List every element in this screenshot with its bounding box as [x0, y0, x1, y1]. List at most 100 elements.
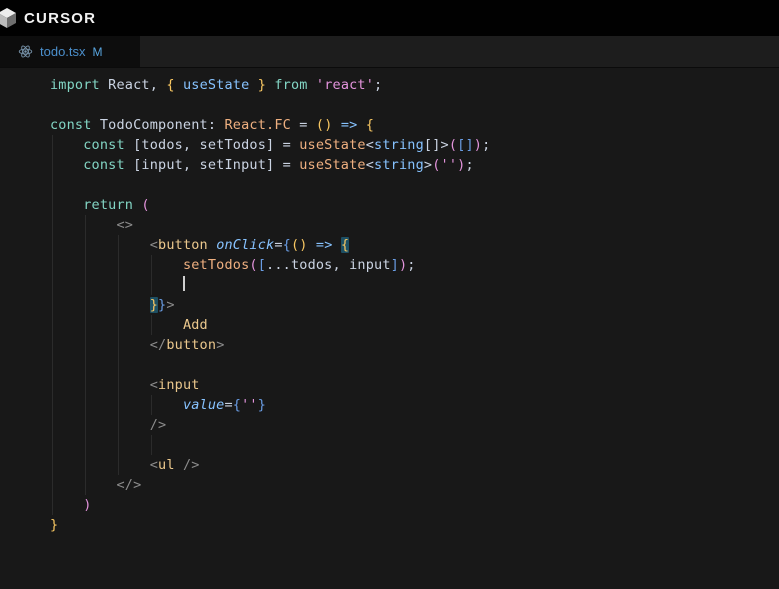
code-token — [50, 257, 183, 273]
code-token: < — [150, 377, 158, 393]
code-token: } — [150, 297, 158, 313]
code-token: () — [291, 237, 308, 253]
code-line[interactable]: Add — [50, 315, 490, 335]
code-token — [333, 237, 341, 253]
react-icon — [18, 44, 33, 59]
titlebar: CURSOR — [0, 0, 779, 36]
code-token: input — [158, 377, 200, 393]
code-token: TodoComponent: — [92, 117, 225, 133]
code-line[interactable] — [50, 95, 490, 115]
code-token: const — [83, 157, 125, 173]
code-line[interactable]: value={''} — [50, 395, 490, 415]
code-token: = — [291, 117, 316, 133]
code-token — [333, 117, 341, 133]
code-token: 'react' — [316, 77, 374, 93]
code-line[interactable]: const TodoComponent: React.FC = () => { — [50, 115, 490, 135]
code-token: </ — [150, 337, 167, 353]
code-token — [50, 197, 83, 213]
code-token: = — [224, 397, 232, 413]
code-token — [50, 457, 150, 473]
code-token: ) — [474, 137, 482, 153]
code-token: [ — [258, 257, 266, 273]
code-token: [todos, setTodos] = — [125, 137, 299, 153]
code-token: > — [166, 297, 174, 313]
code-token — [50, 397, 183, 413]
code-line[interactable]: <ul /> — [50, 455, 490, 475]
code-line[interactable] — [50, 275, 490, 295]
code-line[interactable] — [50, 355, 490, 375]
code-token: button — [158, 237, 208, 253]
code-token: > — [216, 337, 224, 353]
code-line[interactable]: const [todos, setTodos] = useState<strin… — [50, 135, 490, 155]
code-line[interactable] — [50, 175, 490, 195]
code-token: } — [258, 397, 266, 413]
code-token: '' — [441, 157, 458, 173]
cursor-logo-icon — [0, 6, 19, 30]
code-token: ; — [407, 257, 415, 273]
code-token: onClick — [216, 237, 274, 253]
code-token — [50, 137, 83, 153]
code-token: Add — [183, 317, 208, 333]
code-line[interactable]: /> — [50, 415, 490, 435]
code-token — [50, 317, 183, 333]
code-line[interactable]: return ( — [50, 195, 490, 215]
code-token: [input, setInput] = — [125, 157, 299, 173]
code-token — [50, 237, 150, 253]
code-token: [] — [457, 137, 474, 153]
code-token — [50, 497, 83, 513]
code-token: setTodos — [183, 257, 249, 273]
code-token: < — [150, 457, 158, 473]
code-token: /> — [183, 457, 200, 473]
code-token: value — [183, 397, 225, 413]
code-token: < — [366, 157, 374, 173]
code-line[interactable]: <> — [50, 215, 490, 235]
tab-bar: todo.tsx M — [0, 36, 779, 68]
code-line[interactable]: } — [50, 515, 490, 535]
code-token: const — [50, 117, 92, 133]
git-modified-badge: M — [93, 45, 103, 59]
code-token — [308, 237, 316, 253]
code-token: < — [366, 137, 374, 153]
code-line[interactable] — [50, 435, 490, 455]
code-token: { — [366, 117, 374, 133]
code-token: string — [374, 137, 424, 153]
code-line[interactable]: const [input, setInput] = useState<strin… — [50, 155, 490, 175]
code-token: ; — [482, 137, 490, 153]
code-token: ( — [432, 157, 440, 173]
code-line[interactable]: <input — [50, 375, 490, 395]
code-token: React.FC — [224, 117, 290, 133]
code-token: /> — [150, 417, 167, 433]
code-line[interactable]: </button> — [50, 335, 490, 355]
code-token: } — [50, 517, 58, 533]
app-name: CURSOR — [24, 10, 96, 27]
code-token: < — [150, 237, 158, 253]
code-line[interactable]: ) — [50, 495, 490, 515]
code-line[interactable]: <button onClick={() => { — [50, 235, 490, 255]
code-token: ( — [249, 257, 257, 273]
code-line[interactable]: }}> — [50, 295, 490, 315]
text-caret — [183, 276, 185, 291]
code-token: ...todos, input — [266, 257, 391, 273]
code-token: { — [233, 397, 241, 413]
code-token: => — [341, 117, 358, 133]
code-token: ) — [83, 497, 91, 513]
code-line[interactable]: setTodos([...todos, input]); — [50, 255, 490, 275]
code-token: '' — [241, 397, 258, 413]
code-editor[interactable]: import React, { useState } from 'react';… — [0, 68, 779, 589]
code-line[interactable]: import React, { useState } from 'react'; — [50, 75, 490, 95]
code-token: > — [424, 157, 432, 173]
code-token — [50, 297, 150, 313]
code-line[interactable]: </> — [50, 475, 490, 495]
code-token: from — [266, 77, 316, 93]
code-token — [50, 217, 116, 233]
code-token: React, — [100, 77, 166, 93]
code-token: const — [83, 137, 125, 153]
code-token: string — [374, 157, 424, 173]
code-token: ] — [391, 257, 399, 273]
code-token: ( — [449, 137, 457, 153]
tab-todo-tsx[interactable]: todo.tsx M — [0, 36, 140, 67]
code-token: { — [283, 237, 291, 253]
code-token — [208, 237, 216, 253]
code-token: return — [83, 197, 133, 213]
code-token: ul — [158, 457, 175, 473]
